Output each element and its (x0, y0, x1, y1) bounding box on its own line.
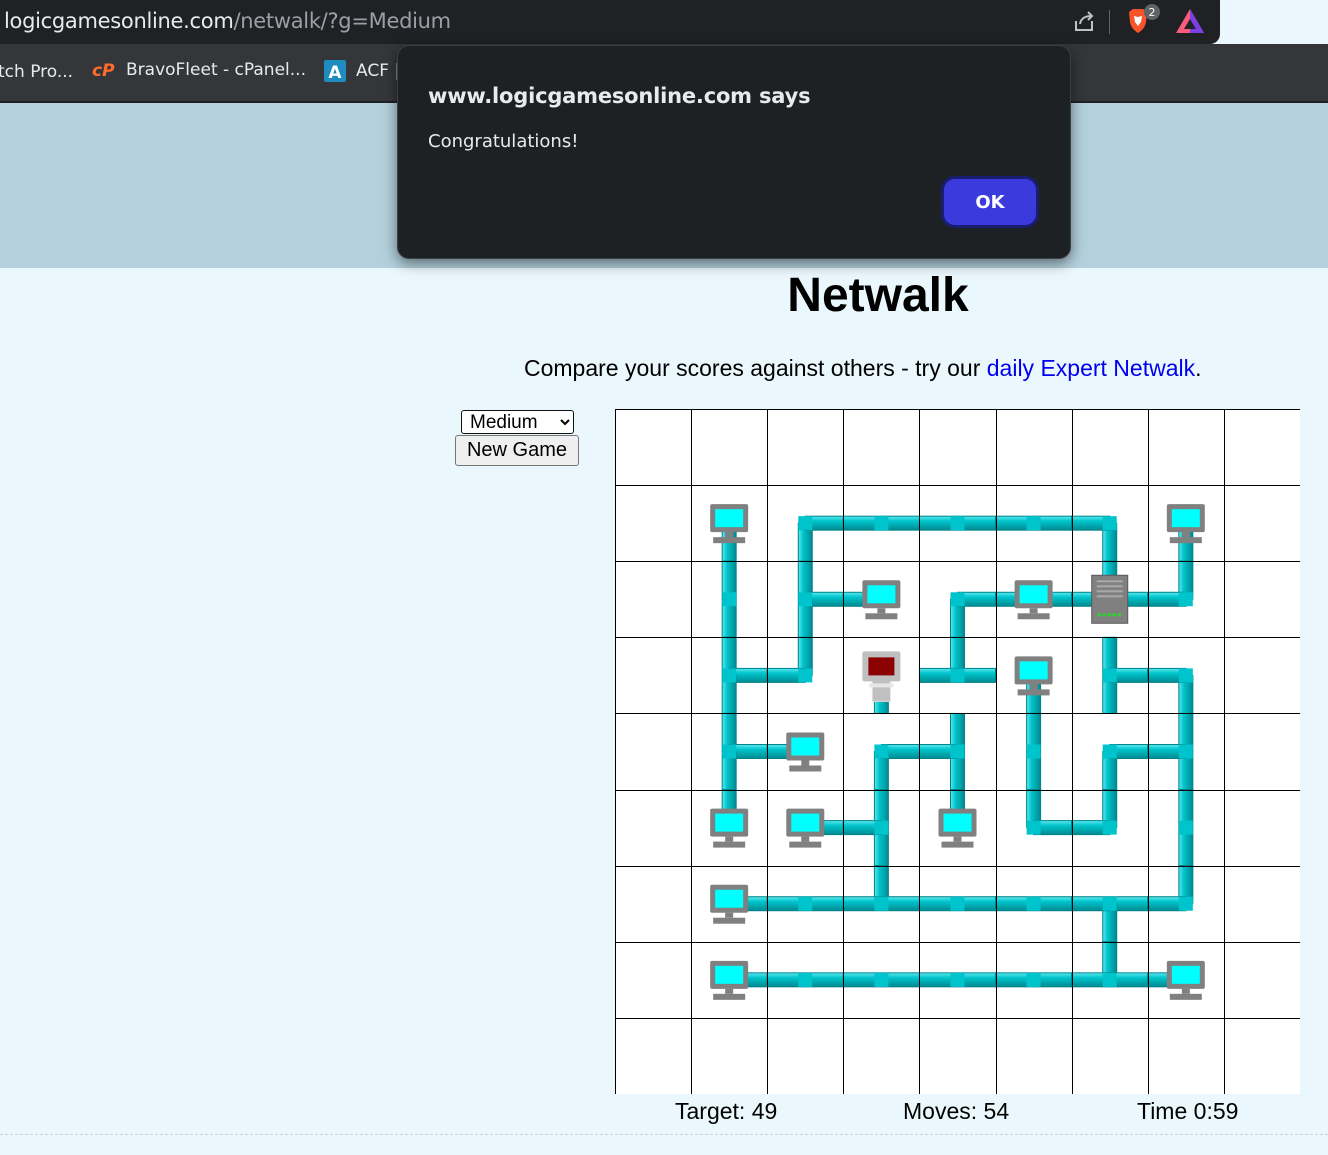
pipe-tile[interactable] (995, 972, 1073, 988)
pipe-joint (874, 896, 889, 911)
pipe-joint (722, 592, 737, 607)
alert-dialog: www.logicgamesonline.com says Congratula… (397, 45, 1071, 259)
computer-terminal-icon (786, 732, 825, 772)
computer-terminal-icon (710, 504, 749, 544)
url-text[interactable]: logicgamesonline.com/netwalk/?g=Medium (4, 9, 451, 33)
pipe-tile[interactable] (766, 896, 844, 912)
computer-terminal-icon (1166, 960, 1205, 1000)
pipe-joint (1026, 744, 1041, 759)
time-elapsed: Time 0:59 (1137, 1098, 1239, 1124)
daily-expert-link[interactable]: daily Expert Netwalk (987, 355, 1195, 381)
pipe-joint (950, 972, 965, 987)
page-title: Netwalk (787, 269, 969, 322)
bookmark-item[interactable]: A ACF | (324, 60, 400, 82)
computer-terminal-icon (1014, 580, 1053, 620)
promo-text: Compare your scores against others - try… (524, 355, 1202, 382)
toolbar-separator (1109, 10, 1110, 34)
bookmark-item[interactable]: tch Pro... (0, 62, 73, 82)
pipe-tile[interactable] (1026, 712, 1042, 791)
url-path: /netwalk/?g=Medium (233, 9, 452, 33)
computer-terminal-icon (710, 884, 749, 924)
computer-terminal-icon (1166, 504, 1205, 544)
pipe-joint (1178, 820, 1193, 835)
cpanel-icon: cP (92, 61, 115, 80)
pipe-joint (1026, 896, 1041, 911)
acf-icon: A (324, 60, 346, 82)
pipe-joint (798, 592, 813, 607)
pipe-joint (874, 744, 889, 759)
brave-rewards-icon[interactable] (1175, 7, 1205, 35)
ok-button[interactable]: OK (941, 176, 1039, 228)
brave-badge: 2 (1144, 4, 1160, 20)
pipe-joint (1102, 820, 1117, 835)
computer-terminal-icon (710, 960, 749, 1000)
pipe-tile[interactable] (842, 972, 920, 988)
pipe-joint (1102, 516, 1117, 531)
pipe-joint (950, 744, 965, 759)
pipe-joint (1026, 972, 1041, 987)
pipe-joint (722, 744, 737, 759)
game-board[interactable] (615, 409, 1300, 1094)
svg-text:cP: cP (92, 61, 115, 80)
pipe-tile[interactable] (995, 896, 1073, 912)
pipe-joint (1026, 516, 1041, 531)
computer-terminal-icon (786, 808, 825, 848)
moves-count: Moves: 54 (903, 1098, 1010, 1124)
pipe-joint (798, 972, 813, 987)
pipe-joint (1178, 668, 1193, 683)
pipe-joint (950, 896, 965, 911)
pipe-tile[interactable] (995, 515, 1073, 531)
pipe-joint (874, 516, 889, 531)
pipe-joint (1102, 668, 1117, 683)
computer-terminal-icon (710, 808, 749, 848)
footer-divider (0, 1134, 1328, 1135)
pipe-joint (1178, 896, 1193, 911)
share-icon[interactable] (1071, 9, 1097, 35)
bookmark-label: tch Pro... (0, 62, 74, 82)
promo-suffix: . (1195, 355, 1202, 381)
pipe-joint (950, 516, 965, 531)
pipe-tile[interactable] (721, 560, 737, 638)
pipe-joint (722, 668, 737, 683)
pipe-tile[interactable] (918, 896, 997, 912)
pipe-tile[interactable] (918, 515, 997, 531)
pipe-joint (874, 972, 889, 987)
new-game-button[interactable]: New Game (455, 435, 579, 466)
target-count: Target: 49 (675, 1098, 778, 1124)
pipe-joint (874, 820, 889, 835)
pipe-tile[interactable] (918, 972, 997, 988)
server-icon (1091, 574, 1129, 624)
url-host: logicgamesonline.com (4, 9, 234, 33)
promo-prefix: Compare your scores against others - try… (524, 355, 987, 381)
pipe-tile[interactable] (1178, 789, 1194, 867)
difficulty-select[interactable]: Medium (461, 410, 574, 434)
pipe-joint (950, 668, 965, 683)
pipe-joint (1102, 744, 1117, 759)
pipe-tile[interactable] (842, 515, 920, 531)
pipe-joint (950, 592, 965, 607)
pipe-joint (1102, 896, 1117, 911)
pipe-joint (798, 668, 813, 683)
bookmark-label: BravoFleet - cPanel... (126, 60, 306, 80)
pipe-joint (1026, 820, 1041, 835)
dialog-title: www.logicgamesonline.com says (428, 84, 811, 108)
pipe-tile[interactable] (766, 972, 844, 988)
svg-text:A: A (328, 63, 342, 82)
pipe-joint (798, 516, 813, 531)
pipe-joint (798, 896, 813, 911)
computer-terminal-icon (1014, 656, 1053, 696)
pipe-joint (1102, 972, 1117, 987)
bookmark-item[interactable]: cP BravoFleet - cPanel... (92, 60, 306, 80)
computer-terminal-icon (938, 808, 977, 848)
dialog-message: Congratulations! (428, 131, 579, 152)
pipe-joint (1178, 592, 1193, 607)
address-bar[interactable]: logicgamesonline.com/netwalk/?g=Medium 2 (0, 0, 1220, 44)
bookmark-label: ACF | (356, 61, 401, 81)
brave-badge-count: 2 (1149, 6, 1156, 19)
computer-terminal-icon (862, 580, 901, 620)
pipe-joint (1178, 744, 1193, 759)
